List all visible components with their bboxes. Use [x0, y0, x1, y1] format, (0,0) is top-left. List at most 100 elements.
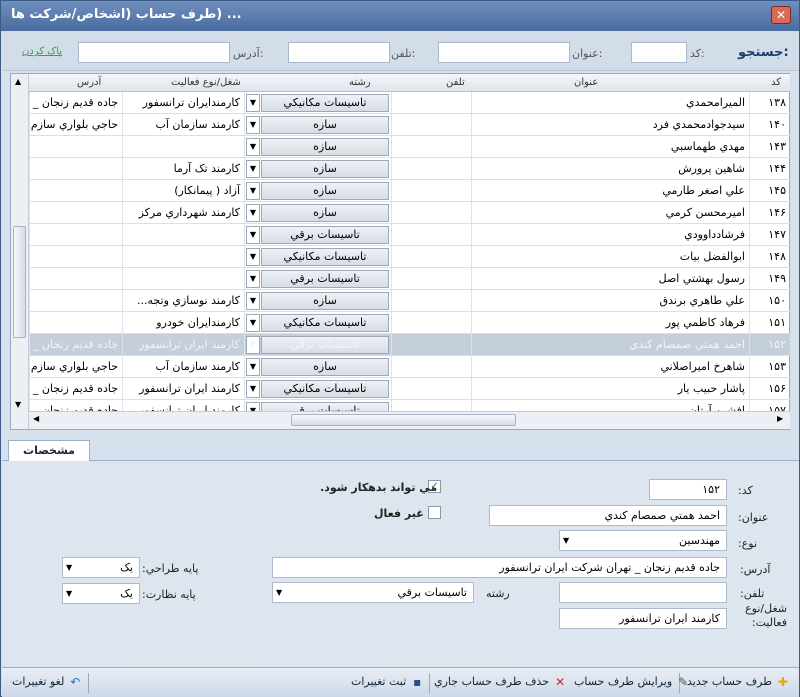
- table-row[interactable]: ۱۴۰ سيدجوادمحمدي فرد ▼ سازه كارمند سازمان آب…: [29, 114, 790, 136]
- cell-code[interactable]: ۱۴۹: [749, 268, 790, 289]
- cell-phone[interactable]: [391, 378, 471, 399]
- cell-address[interactable]: [29, 268, 122, 289]
- horizontal-scrollbar[interactable]: ◀ ▶: [29, 411, 790, 429]
- cell-title[interactable]: الميرامحمدي: [471, 92, 749, 113]
- chevron-down-icon[interactable]: ▼: [246, 380, 260, 398]
- new-account-button[interactable]: ✚ طرف حساب جديد: [687, 675, 790, 689]
- search-phone-input[interactable]: [288, 42, 390, 63]
- cell-job[interactable]: [122, 224, 244, 245]
- cell-field[interactable]: ▼ سازه: [244, 356, 391, 377]
- field-combo[interactable]: سازه: [261, 138, 389, 156]
- table-row[interactable]: ۱۵۰ علي طاهري برندق ▼ سازه كارمند نوسازي وتج…: [29, 290, 790, 312]
- cell-phone[interactable]: [391, 180, 471, 201]
- cell-field[interactable]: ▼ سازه: [244, 136, 391, 157]
- cell-field[interactable]: ▼ تاسيسات مكانيكي: [244, 246, 391, 267]
- cell-title[interactable]: فرهاد كاظمي پور: [471, 312, 749, 333]
- cell-title[interactable]: شاهرخ اميراصلاني: [471, 356, 749, 377]
- cell-field[interactable]: ▼ تاسيسات برقي: [244, 334, 391, 355]
- table-row[interactable]: ۱۴۹ رسول بهشتي اصل ▼ تاسيسات برقي: [29, 268, 790, 290]
- cell-title[interactable]: مهدي طهماسبي: [471, 136, 749, 157]
- chevron-down-icon[interactable]: ▼: [246, 94, 260, 112]
- scroll-left-icon[interactable]: ◀: [33, 414, 39, 423]
- field-combo[interactable]: تاسيسات برقي: [261, 270, 389, 288]
- chevron-down-icon[interactable]: ▼: [246, 358, 260, 376]
- cell-phone[interactable]: [391, 400, 471, 411]
- cell-job[interactable]: [122, 136, 244, 157]
- cell-title[interactable]: علي طاهري برندق: [471, 290, 749, 311]
- cell-field[interactable]: ▼ سازه: [244, 180, 391, 201]
- cell-title[interactable]: ابوالفضل بيات: [471, 246, 749, 267]
- table-row[interactable]: ۱۴۶ اميرمحسن كرمي ▼ سازه كارمند شهرداري مركز: [29, 202, 790, 224]
- field-combo[interactable]: تاسيسات برقي: [261, 226, 389, 244]
- cell-title[interactable]: رسول بهشتي اصل: [471, 268, 749, 289]
- cell-phone[interactable]: [391, 224, 471, 245]
- chevron-down-icon[interactable]: ▼: [246, 182, 260, 200]
- job-field[interactable]: كارمند ايران ترانسفور: [559, 608, 727, 629]
- search-code-input[interactable]: [631, 42, 687, 63]
- cell-address[interactable]: [29, 158, 122, 179]
- field-combo[interactable]: تاسيسات مكانيكي: [261, 94, 389, 112]
- cell-field[interactable]: ▼ سازه: [244, 158, 391, 179]
- cell-title[interactable]: پاشار حبيب يار: [471, 378, 749, 399]
- cell-code[interactable]: ۱۳۸: [749, 92, 790, 113]
- cell-job[interactable]: كارمند ايران ترانسفور: [122, 378, 244, 399]
- field-combo[interactable]: سازه: [261, 160, 389, 178]
- edit-account-button[interactable]: ✎ ويرايش طرف حساب: [574, 675, 690, 689]
- table-row[interactable]: ۱۴۷ فرشادداوودي ▼ تاسيسات برقي: [29, 224, 790, 246]
- field-select[interactable]: تاسيسات برقي ▼: [272, 582, 474, 603]
- cancel-changes-button[interactable]: ↶ لغو تغييرات: [12, 675, 82, 689]
- table-row[interactable]: ۱۵۷ افشين آرتان ▼ تاسيسات برقي كارمند ايران …: [29, 400, 790, 411]
- scroll-right-icon[interactable]: ▶: [777, 414, 783, 423]
- field-combo[interactable]: تاسيسات مكانيكي: [261, 248, 389, 266]
- cell-address[interactable]: جاده قديم زنجان _ ت: [29, 92, 122, 113]
- cell-field[interactable]: ▼ تاسيسات برقي: [244, 224, 391, 245]
- cell-address[interactable]: حاجي بلواري سازم: [29, 356, 122, 377]
- cell-job[interactable]: كارمند ايران ترانسفور: [122, 400, 244, 411]
- field-combo[interactable]: سازه: [261, 182, 389, 200]
- design-select[interactable]: يک ▼: [62, 557, 140, 578]
- cell-title[interactable]: افشين آرتان: [471, 400, 749, 411]
- cell-address[interactable]: [29, 136, 122, 157]
- table-row[interactable]: ۱۴۸ ابوالفضل بيات ▼ تاسيسات مكانيكي: [29, 246, 790, 268]
- chevron-down-icon[interactable]: ▼: [246, 336, 260, 354]
- cell-phone[interactable]: [391, 246, 471, 267]
- cell-address[interactable]: [29, 224, 122, 245]
- field-combo[interactable]: سازه: [261, 204, 389, 222]
- cell-code[interactable]: ۱۵۳: [749, 356, 790, 377]
- cell-phone[interactable]: [391, 158, 471, 179]
- cell-phone[interactable]: [391, 334, 471, 355]
- cell-code[interactable]: ۱۵۰: [749, 290, 790, 311]
- cell-title[interactable]: شاهين پرورش: [471, 158, 749, 179]
- cell-job[interactable]: كارمند نوسازي وتجه...: [122, 290, 244, 311]
- table-row[interactable]: ۱۵۶ پاشار حبيب يار ▼ تاسيسات مكانيكي كارمند …: [29, 378, 790, 400]
- cell-code[interactable]: ۱۴۰: [749, 114, 790, 135]
- cell-job[interactable]: آزاد ( پيمانكار): [122, 180, 244, 201]
- cell-code[interactable]: ۱۵۷: [749, 400, 790, 411]
- cell-code[interactable]: ۱۴۳: [749, 136, 790, 157]
- cell-address[interactable]: [29, 180, 122, 201]
- table-row[interactable]: ۱۴۵ علي اصغر طارمي ▼ سازه آزاد ( پيمانكار): [29, 180, 790, 202]
- cell-address[interactable]: جاده قديم زنجان _ ت: [29, 334, 122, 355]
- chevron-down-icon[interactable]: ▼: [246, 160, 260, 178]
- cell-job[interactable]: كارمندايران خودرو: [122, 312, 244, 333]
- cell-address[interactable]: [29, 202, 122, 223]
- inactive-checkbox[interactable]: [428, 506, 441, 519]
- chevron-down-icon[interactable]: ▼: [246, 248, 260, 266]
- table-row[interactable]: ۱۵۲ احمد همتي صمصام كندي ▼ تاسيسات برقي كارم…: [29, 334, 790, 356]
- tab-basic-info[interactable]: مشخصات اوليه: [8, 440, 90, 477]
- cell-phone[interactable]: [391, 290, 471, 311]
- type-select[interactable]: مهندسين ▼: [559, 530, 727, 551]
- chevron-down-icon[interactable]: ▼: [246, 402, 260, 411]
- cell-field[interactable]: ▼ سازه: [244, 290, 391, 311]
- chevron-down-icon[interactable]: ▼: [246, 226, 260, 244]
- cell-field[interactable]: ▼ تاسيسات مكانيكي: [244, 378, 391, 399]
- cell-job[interactable]: [122, 268, 244, 289]
- field-combo[interactable]: تاسيسات مكانيكي: [261, 314, 389, 332]
- cell-field[interactable]: ▼ تاسيسات برقي: [244, 268, 391, 289]
- field-combo[interactable]: سازه: [261, 116, 389, 134]
- cell-code[interactable]: ۱۴۶: [749, 202, 790, 223]
- horizontal-scroll-thumb[interactable]: [291, 414, 516, 426]
- field-combo[interactable]: سازه: [261, 292, 389, 310]
- cell-phone[interactable]: [391, 202, 471, 223]
- title-field[interactable]: احمد همتي صمصام كندي: [489, 505, 727, 526]
